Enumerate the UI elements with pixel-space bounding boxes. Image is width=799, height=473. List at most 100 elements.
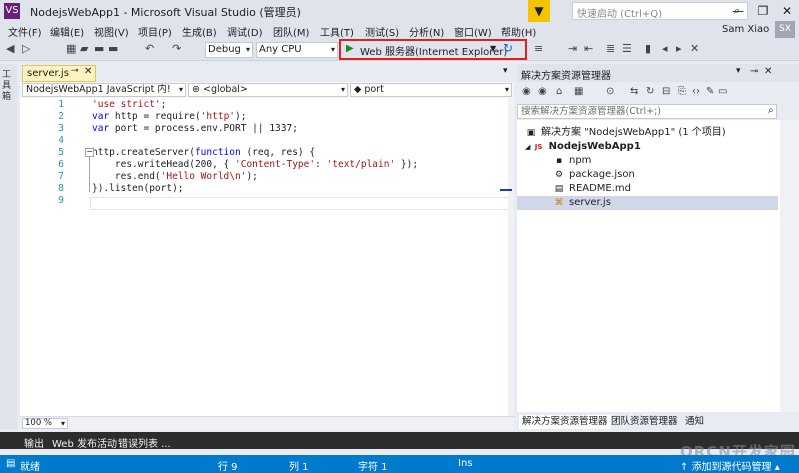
show-all-files-icon[interactable]: ⎘ — [678, 86, 686, 97]
menu-help[interactable]: 帮助(H) — [501, 24, 536, 39]
pin-icon[interactable]: ⊸ — [750, 66, 758, 77]
status-source-control[interactable]: ↑ 添加到源代码管理 ▴ — [680, 458, 780, 473]
code-line[interactable]: var port = process.env.PORT || 1337; — [92, 123, 298, 134]
filter-icon[interactable]: ▼ — [528, 0, 550, 22]
chevron-down-icon[interactable]: ▾ — [503, 66, 508, 76]
menu-analyze[interactable]: 分析(N) — [409, 24, 444, 39]
chevron-down-icon[interactable]: ▾ — [736, 66, 741, 76]
next-bookmark-icon[interactable]: ▸ — [676, 42, 682, 55]
markdown-file-icon: ▤ — [554, 184, 564, 194]
uncomment-lines-icon[interactable]: ☰ — [622, 42, 632, 55]
scope-dropdown[interactable]: ⊛ <global> ▾ — [188, 83, 348, 97]
menu-project[interactable]: 项目(P) — [138, 24, 172, 39]
expand-icon[interactable]: ◢ — [525, 143, 533, 151]
menu-tools[interactable]: 工具(T) — [320, 24, 354, 39]
collapse-icon[interactable]: − — [85, 148, 94, 157]
solution-search-input[interactable]: 搜索解决方案资源管理器(Ctrl+;) — [517, 104, 777, 119]
code-editor[interactable] — [20, 98, 514, 416]
switch-views-icon[interactable]: ▦ — [574, 86, 583, 97]
open-file-icon[interactable]: ▰ — [80, 42, 88, 55]
tree-item[interactable]: ▪ npm — [553, 154, 592, 168]
quick-launch-input[interactable]: 快速启动 (Ctrl+Q) — [572, 2, 748, 20]
outdent-icon[interactable]: ⇤ — [584, 42, 593, 55]
chevron-down-icon: ▾ — [178, 85, 183, 94]
maximize-button[interactable]: ❐ — [751, 0, 775, 22]
comment-icon[interactable]: ≡ — [534, 42, 543, 55]
tree-item[interactable]: ⌘ server.js — [553, 196, 611, 210]
code-line[interactable]: res.end('Hello World\n'); — [92, 171, 258, 182]
configuration-select[interactable]: Debug ▾ — [205, 42, 253, 58]
properties-icon[interactable]: ✎ — [706, 86, 714, 97]
code-line[interactable]: }).listen(port); — [92, 183, 184, 194]
view-code-icon[interactable]: ‹› — [692, 86, 700, 97]
code-line[interactable]: http.createServer(function (req, res) { — [92, 147, 315, 158]
save-all-icon[interactable]: ▬ — [108, 42, 118, 55]
configuration-value: Debug — [208, 44, 241, 55]
preview-icon[interactable]: ▭ — [718, 86, 727, 97]
forward-icon[interactable]: ◉ — [538, 86, 547, 97]
menu-file[interactable]: 文件(F) — [8, 24, 42, 39]
zoom-select[interactable]: 100 % ▾ — [22, 418, 68, 429]
project-dropdown[interactable]: NodejsWebApp1 JavaScript 内! ▾ — [22, 83, 186, 97]
run-web-server-button[interactable]: Web 服务器(Internet Explorer) — [360, 43, 507, 58]
play-icon[interactable]: ▶ — [346, 43, 354, 54]
avatar[interactable]: SX — [775, 21, 795, 38]
code-line[interactable]: var http = require('http'); — [92, 111, 246, 122]
comment-lines-icon[interactable]: ≣ — [606, 42, 615, 55]
tab-team-explorer[interactable]: 团队资源管理器 — [608, 415, 681, 429]
code-line[interactable]: 'use strict'; — [92, 99, 166, 110]
toolbox-strip[interactable] — [0, 64, 17, 429]
refresh-icon[interactable]: ↻ — [646, 86, 654, 97]
redo-icon[interactable]: ↷ — [172, 42, 181, 55]
visual-studio-icon: VS — [4, 3, 20, 19]
member-dropdown[interactable]: ◆ port ▾ — [350, 83, 512, 97]
vertical-scrollbar[interactable] — [508, 98, 514, 416]
close-button[interactable]: ✕ — [775, 0, 799, 22]
sync-icon[interactable]: ⇆ — [630, 86, 638, 97]
collapse-all-icon[interactable]: ⊟ — [662, 86, 670, 97]
horizontal-scrollbar[interactable] — [20, 416, 514, 430]
tree-item[interactable]: ◢ JS NodejsWebApp1 — [525, 140, 641, 154]
close-icon[interactable]: ✕ — [84, 66, 92, 77]
undo-icon[interactable]: ↶ — [145, 42, 154, 55]
zoom-value: 100 % — [25, 418, 53, 428]
bookmark-icon[interactable]: ▮ — [645, 42, 651, 55]
tree-item[interactable]: ⚙ package.json — [553, 168, 635, 182]
minimize-button[interactable]: — — [726, 0, 750, 22]
menu-view[interactable]: 视图(V) — [94, 24, 129, 39]
tree-item[interactable]: ▣ 解决方案 "NodejsWebApp1" (1 个项目) — [525, 126, 726, 140]
chevron-down-icon[interactable]: ▼ — [490, 44, 496, 53]
menu-debug[interactable]: 调试(D) — [227, 24, 263, 39]
code-line[interactable]: res.writeHead(200, { 'Content-Type': 'te… — [92, 159, 418, 170]
toolbox-label[interactable]: 工具箱 — [2, 70, 15, 103]
search-icon[interactable]: ⌕ — [768, 105, 774, 116]
tab-output[interactable]: 输出 — [24, 435, 44, 450]
menu-build[interactable]: 生成(B) — [182, 24, 217, 39]
back-icon[interactable]: ◉ — [522, 86, 531, 97]
prev-bookmark-icon[interactable]: ◂ — [662, 42, 668, 55]
scope-dropdown-value: <global> — [202, 84, 248, 95]
tab-solution-explorer[interactable]: 解决方案资源管理器 — [519, 415, 611, 429]
clear-bookmarks-icon[interactable]: ✕ — [690, 42, 699, 55]
indent-icon[interactable]: ⇥ — [568, 42, 577, 55]
refresh-icon[interactable]: ↻ — [503, 41, 513, 55]
vertical-scrollbar[interactable] — [780, 120, 799, 412]
close-icon[interactable]: ✕ — [764, 66, 772, 77]
pending-changes-icon[interactable]: ⊙ — [606, 86, 614, 97]
menu-window[interactable]: 窗口(W) — [454, 24, 492, 39]
back-icon[interactable]: ◀ — [6, 42, 14, 55]
user-name[interactable]: Sam Xiao — [722, 24, 769, 35]
tab-web-publish[interactable]: Web 发布活动 — [52, 435, 117, 450]
menu-test[interactable]: 测试(S) — [365, 24, 399, 39]
save-icon[interactable]: ▬ — [94, 42, 104, 55]
new-project-icon[interactable]: ▦ — [66, 42, 76, 55]
platform-select[interactable]: Any CPU ▾ — [256, 42, 338, 58]
tab-error-list[interactable]: 错误列表 ... — [118, 435, 171, 450]
home-icon[interactable]: ⌂ — [556, 86, 562, 97]
tree-item[interactable]: ▤ README.md — [553, 182, 631, 196]
menu-edit[interactable]: 编辑(E) — [50, 24, 84, 39]
tab-notifications[interactable]: 通知 — [682, 415, 707, 429]
menu-team[interactable]: 团队(M) — [273, 24, 309, 39]
pin-icon[interactable]: ⊸ — [71, 66, 79, 76]
forward-icon[interactable]: ▷ — [22, 42, 30, 55]
